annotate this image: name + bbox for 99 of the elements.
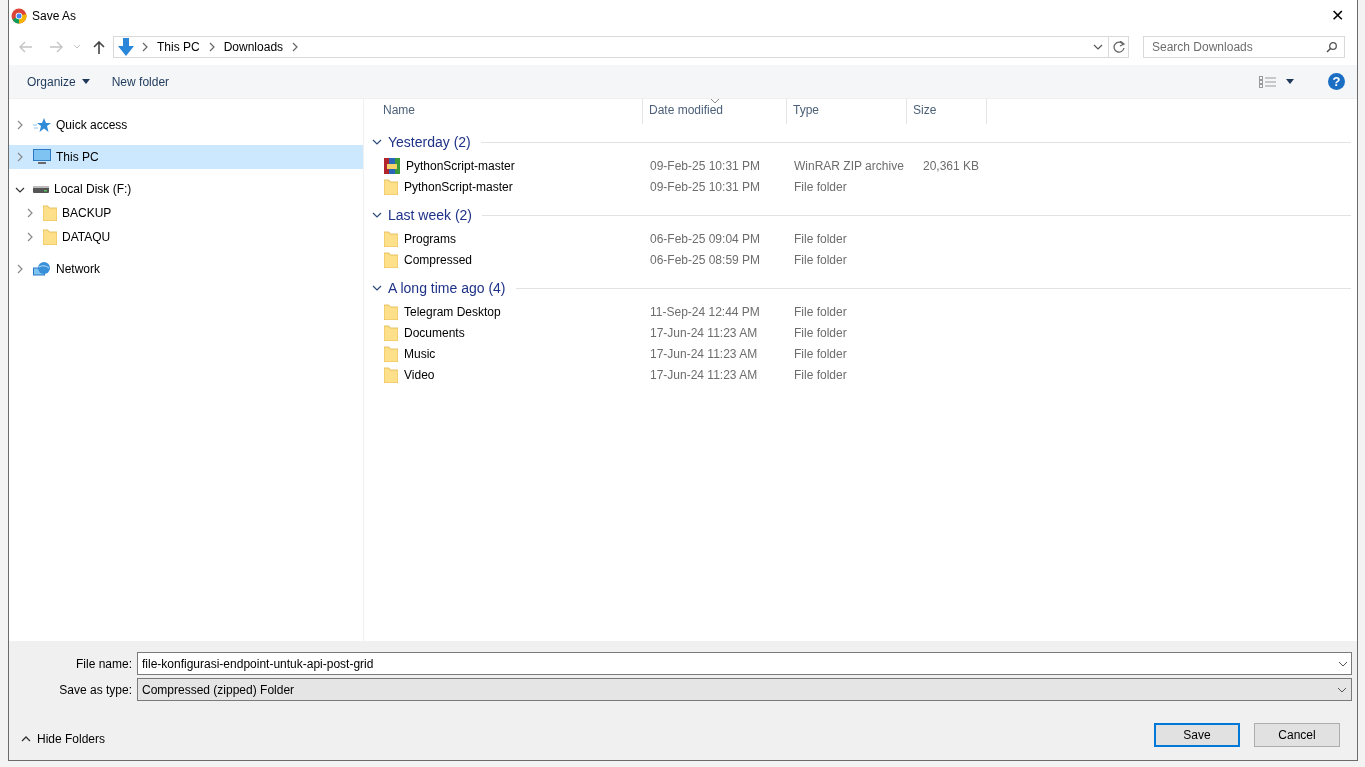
file-name[interactable]: PythonScript-master: [404, 177, 513, 196]
file-name[interactable]: Video: [404, 365, 435, 384]
download-arrow-icon: [118, 38, 134, 56]
dialog-button[interactable]: Cancel: [1254, 723, 1340, 747]
window-title: Save As: [32, 8, 77, 25]
collapse-chevron-icon[interactable]: [372, 283, 382, 293]
sidebar-item[interactable]: Quick access: [9, 113, 363, 137]
help-button[interactable]: ?: [1328, 73, 1345, 90]
chevron-icon: [292, 42, 299, 52]
type-cell: File folder: [794, 325, 847, 340]
sidebar-label: This PC: [56, 149, 99, 166]
chevron-up-icon: [21, 736, 31, 742]
network-icon: [33, 261, 51, 277]
date-cell: 06-Feb-25 08:59 PM: [650, 252, 761, 267]
group-header[interactable]: A long time ago (4): [388, 277, 506, 299]
collapse-chevron-icon[interactable]: [372, 137, 382, 147]
monitor-icon: [33, 149, 51, 165]
dropdown-caret-icon: [1337, 686, 1347, 693]
refresh-button[interactable]: [1109, 36, 1129, 58]
column-header[interactable]: Type: [787, 99, 907, 124]
file-name[interactable]: Telegram Desktop: [404, 302, 501, 321]
sidebar-label: Local Disk (F:): [54, 181, 132, 198]
expand-chevron-icon[interactable]: [15, 151, 25, 163]
caret-icon: [81, 79, 90, 84]
type-cell: File folder: [794, 367, 847, 382]
folder-icon: [384, 303, 398, 320]
field-label: Save as type:: [58, 681, 133, 699]
sidebar-label: Quick access: [56, 117, 128, 134]
date-cell: 09-Feb-25 10:31 PM: [650, 158, 761, 173]
caret-icon[interactable]: [1286, 79, 1294, 84]
folder-icon: [384, 366, 398, 383]
type-cell: File folder: [794, 304, 847, 319]
size-cell-text: 20,361 KB: [922, 157, 979, 175]
search-icon: [1326, 42, 1337, 53]
app-icon: [11, 8, 27, 24]
search-field[interactable]: Search Downloads: [1143, 36, 1345, 58]
folder-icon: [384, 251, 398, 268]
dropdown-caret-icon[interactable]: [1093, 43, 1103, 51]
refresh-icon: [1112, 41, 1125, 53]
sidebar-item[interactable]: Network: [9, 257, 363, 281]
sidebar-item[interactable]: Local Disk (F:): [9, 177, 363, 201]
breadcrumb-item[interactable]: Downloads: [223, 38, 284, 56]
dropdown-caret-icon[interactable]: [1338, 661, 1348, 667]
group-header[interactable]: Last week (2): [388, 204, 473, 226]
sort-caret-icon: [711, 99, 719, 103]
file-name[interactable]: Compressed: [404, 250, 473, 269]
column-header[interactable]: Name: [370, 99, 643, 124]
date-cell: 17-Jun-24 11:23 AM: [650, 346, 758, 361]
sidebar-item[interactable]: DATAQU: [9, 225, 363, 249]
type-cell: WinRAR ZIP archive: [794, 158, 904, 173]
folder-icon: [384, 345, 398, 362]
date-cell: 09-Feb-25 10:31 PM: [650, 179, 761, 194]
up-arrow-icon[interactable]: [93, 40, 105, 54]
group-header[interactable]: Yesterday (2): [388, 131, 471, 153]
new-folder-button[interactable]: New folder: [103, 69, 178, 94]
type-cell: File folder: [794, 231, 847, 246]
sidebar-label: DATAQU: [62, 229, 111, 246]
drive-icon: [33, 184, 49, 194]
column-header[interactable]: Date modified: [643, 99, 787, 124]
file-name[interactable]: PythonScript-master: [406, 156, 515, 175]
file-name[interactable]: Music: [404, 344, 436, 363]
folder-icon: [43, 205, 57, 221]
expand-chevron-icon[interactable]: [25, 231, 35, 243]
file-name[interactable]: Programs: [404, 229, 456, 248]
address-bar[interactable]: This PC Downloads: [113, 36, 1109, 58]
date-cell: 17-Jun-24 11:23 AM: [650, 367, 758, 382]
type-cell: File folder: [794, 179, 847, 194]
organize-button[interactable]: Organize: [19, 69, 98, 94]
sidebar-label: BACKUP: [62, 205, 112, 222]
sidebar-item[interactable]: BACKUP: [9, 201, 363, 225]
folder-icon: [43, 229, 57, 245]
dialog-button[interactable]: Save: [1154, 723, 1240, 747]
type-cell: File folder: [794, 252, 847, 267]
breadcrumb-item[interactable]: This PC: [157, 38, 200, 56]
file-name-field[interactable]: file-konfigurasi-endpoint-untuk-api-post-grid: [137, 652, 1352, 675]
expand-chevron-icon[interactable]: [25, 207, 35, 219]
column-header[interactable]: Size: [907, 99, 987, 124]
date-cell: 06-Feb-25 09:04 PM: [650, 231, 761, 246]
type-cell: File folder: [794, 346, 847, 361]
file-type-dropdown[interactable]: Compressed (zipped) Folder: [137, 678, 1352, 701]
sidebar-item[interactable]: This PC: [9, 145, 363, 169]
hide-folders-button[interactable]: Hide Folders: [21, 730, 106, 748]
file-name[interactable]: Documents: [404, 323, 465, 342]
chevron-icon: [142, 42, 148, 52]
folder-icon: [384, 230, 398, 247]
star-icon: [33, 117, 51, 133]
chevron-icon: [208, 42, 215, 52]
folder-icon: [384, 324, 398, 341]
date-cell: 11-Sep-24 12:44 PM: [650, 304, 760, 319]
date-cell: 17-Jun-24 11:23 AM: [650, 325, 758, 340]
collapse-chevron-icon[interactable]: [372, 210, 382, 220]
folder-icon: [384, 178, 398, 195]
expand-chevron-icon[interactable]: [15, 263, 25, 275]
field-label: File name:: [74, 655, 133, 673]
close-button[interactable]: ✕: [1323, 2, 1351, 30]
expand-chevron-icon[interactable]: [15, 119, 25, 131]
sidebar-label: Network: [56, 261, 100, 278]
archive-icon: [384, 157, 400, 174]
view-list-icon[interactable]: [1259, 75, 1276, 88]
